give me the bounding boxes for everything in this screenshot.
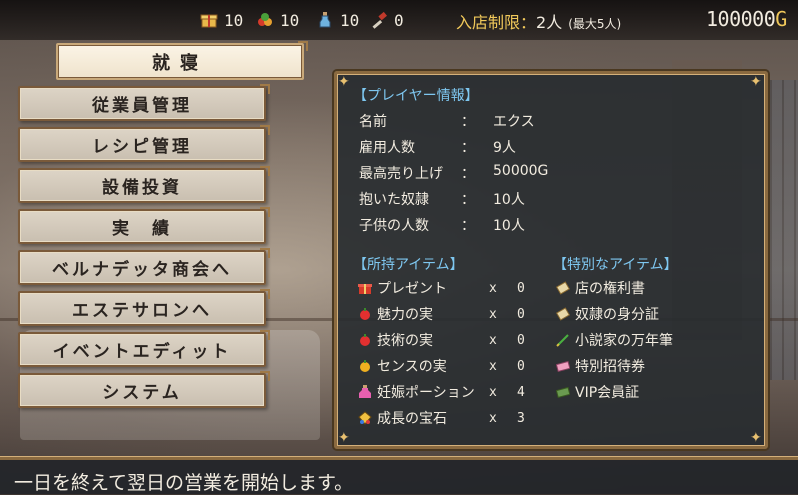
slaves-embraced-value: 10人 <box>493 192 525 208</box>
player-name-value: エクス <box>493 114 535 130</box>
resource-hammer-value: 0 <box>394 10 404 30</box>
player-info-title: 【プレイヤー情報】 <box>353 88 479 104</box>
item-name: プレゼント <box>377 281 447 297</box>
present-icon <box>357 280 373 296</box>
item-count: 3 <box>517 411 525 426</box>
special-item-fountain-pen[interactable]: 小説家の万年筆 <box>555 330 673 350</box>
item-present[interactable]: プレゼント <box>357 278 447 298</box>
item-skill-fruit[interactable]: 技術の実 <box>357 330 433 350</box>
store-limit-max: (最大5人) <box>568 17 622 31</box>
item-multiplier: x <box>489 359 497 374</box>
special-item-name: VIP会員証 <box>575 385 640 401</box>
ticket-icon <box>555 358 571 374</box>
item-multiplier: x <box>489 281 497 296</box>
player-row-colon: ： <box>461 140 475 156</box>
corner-ornament-icon: ✦ <box>750 74 762 90</box>
item-multiplier: x <box>489 411 497 426</box>
bernadetta-company-button[interactable]: ベルナデッタ商会へ <box>18 248 270 285</box>
player-row-colon: ： <box>461 218 475 234</box>
staff-management-button[interactable]: 従業員管理 <box>18 84 270 121</box>
corner-ornament-icon: ✦ <box>338 74 350 90</box>
employees-value: 9人 <box>493 140 516 156</box>
special-item-deed[interactable]: 店の権利書 <box>555 278 645 298</box>
store-limit: 入店制限：2人 (最大5人) <box>456 9 621 33</box>
resource-hammer: 0 <box>370 9 404 31</box>
item-count: 0 <box>517 333 525 348</box>
employees-label: 雇用人数 <box>359 140 415 156</box>
slaves-embraced-label: 抱いた奴隷 <box>359 192 429 208</box>
item-sense-fruit[interactable]: センスの実 <box>357 356 447 376</box>
scroll-icon <box>555 280 571 296</box>
player-row-colon: ： <box>461 166 475 182</box>
store-limit-label: 入店制限： <box>456 13 537 32</box>
item-count: 4 <box>517 385 525 400</box>
resource-gift-value: 10 <box>224 10 244 30</box>
store-limit-value: 2人 <box>536 13 563 32</box>
gold-unit: G <box>775 7 787 31</box>
special-item-name: 店の権利書 <box>575 281 645 297</box>
resource-berries: 10 <box>256 9 299 31</box>
system-button[interactable]: システム <box>18 371 270 408</box>
item-charm-fruit[interactable]: 魅力の実 <box>357 304 433 324</box>
special-item-vip-card[interactable]: VIP会員証 <box>555 382 639 402</box>
item-name: 技術の実 <box>377 333 433 349</box>
item-count: 0 <box>517 281 525 296</box>
gold-display: 100000G <box>706 7 787 31</box>
item-name: 妊娠ポーション <box>377 385 475 401</box>
item-name: 成長の宝石 <box>377 411 447 427</box>
item-multiplier: x <box>489 385 497 400</box>
item-multiplier: x <box>489 307 497 322</box>
item-multiplier: x <box>489 333 497 348</box>
top-status-bar: 10 10 10 0 入店制限：2人 (最大5人) 100000G <box>0 0 798 40</box>
corner-ornament-icon: ✦ <box>750 430 762 446</box>
children-label: 子供の人数 <box>359 218 429 234</box>
event-edit-button[interactable]: イベントエディット <box>18 330 270 367</box>
hammer-icon <box>372 11 387 29</box>
pregnancy-potion-icon <box>357 384 373 400</box>
special-item-slave-id[interactable]: 奴隷の身分証 <box>555 304 659 324</box>
gift-box-icon <box>200 14 218 28</box>
charm-fruit-icon <box>357 306 373 322</box>
item-name: 魅力の実 <box>377 307 433 323</box>
potion-bottle-icon <box>319 12 331 28</box>
card-icon <box>555 384 571 400</box>
max-sales-value: 50000G <box>493 163 549 179</box>
skill-fruit-icon <box>357 332 373 348</box>
owned-items-title: 【所持アイテム】 <box>353 257 464 273</box>
player-row-colon: ： <box>461 192 475 208</box>
resource-gift: 10 <box>200 9 243 31</box>
corner-ornament-icon: ✦ <box>338 430 350 446</box>
sense-fruit-icon <box>357 358 373 374</box>
achievements-button[interactable]: 実 績 <box>18 207 270 244</box>
pen-icon <box>555 332 571 348</box>
player-row-colon: ： <box>461 114 475 130</box>
scroll-icon <box>555 306 571 322</box>
berries-icon <box>258 13 272 26</box>
recipe-management-button[interactable]: レシピ管理 <box>18 125 270 162</box>
resource-potion-value: 10 <box>340 10 360 30</box>
player-info-panel: ✦ ✦ ✦ ✦ 【プレイヤー情報】 名前 ： エクス 雇用人数 ： 9人 最高売… <box>334 71 768 449</box>
special-item-invitation[interactable]: 特別招待券 <box>555 356 645 376</box>
special-item-name: 小説家の万年筆 <box>575 333 673 349</box>
special-items-title: 【特別なアイテム】 <box>553 257 678 273</box>
sleep-button[interactable]: 就寝 <box>56 41 308 80</box>
item-count: 0 <box>517 359 525 374</box>
player-name-label: 名前 <box>359 114 387 130</box>
message-box[interactable]: 一日を終えて翌日の営業を開始します。 <box>0 457 798 494</box>
beauty-salon-button[interactable]: エステサロンへ <box>18 289 270 326</box>
children-value: 10人 <box>493 218 525 234</box>
gold-amount: 100000 <box>706 7 776 31</box>
resource-berries-value: 10 <box>280 10 300 30</box>
special-item-name: 奴隷の身分証 <box>575 307 659 323</box>
item-growth-gem[interactable]: 成長の宝石 <box>357 408 447 428</box>
facility-investment-button[interactable]: 設備投資 <box>18 166 270 203</box>
item-count: 0 <box>517 307 525 322</box>
item-pregnancy-potion[interactable]: 妊娠ポーション <box>357 382 475 402</box>
growth-gem-icon <box>357 410 373 426</box>
resource-potion: 10 <box>316 9 359 31</box>
special-item-name: 特別招待券 <box>575 359 645 375</box>
item-name: センスの実 <box>377 359 447 375</box>
max-sales-label: 最高売り上げ <box>359 166 443 182</box>
